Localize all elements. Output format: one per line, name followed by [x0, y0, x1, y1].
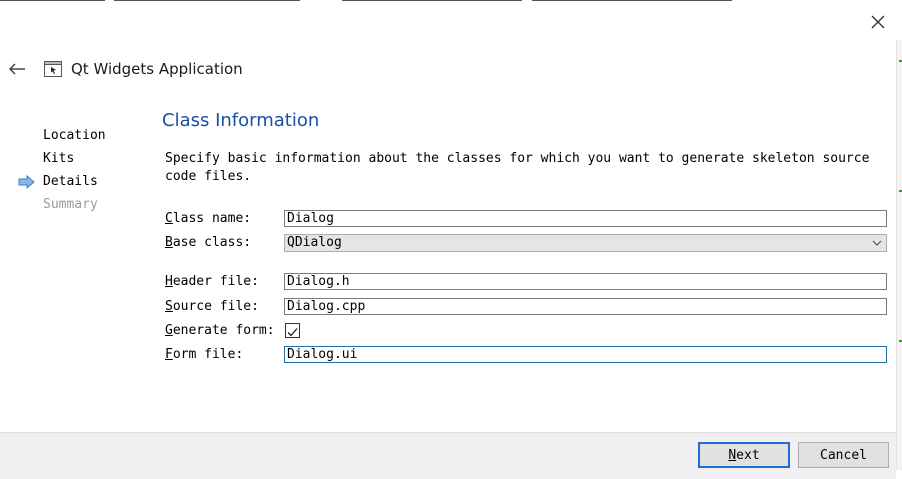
- checkmark-icon: [287, 328, 298, 337]
- top-tab-strip: [0, 0, 902, 2]
- background-window-edge: [896, 40, 902, 470]
- step-label: Kits: [43, 151, 75, 166]
- base-class-label: Base class:: [165, 235, 252, 250]
- next-label: ext: [736, 447, 760, 463]
- step-label: Summary: [43, 197, 98, 212]
- current-step-arrow-icon: [18, 175, 35, 189]
- close-button[interactable]: [866, 10, 890, 34]
- back-arrow-icon: [8, 63, 25, 75]
- page-title: Class Information: [162, 110, 320, 131]
- class-name-label: Class name:: [165, 211, 252, 226]
- form-file-input[interactable]: Dialog.ui: [284, 346, 887, 363]
- form-file-label: Form file:: [165, 347, 244, 362]
- source-file-label: Source file:: [165, 299, 259, 314]
- source-file-input[interactable]: Dialog.cpp: [284, 298, 887, 315]
- step-kits: Kits: [18, 149, 148, 172]
- class-name-input[interactable]: Dialog: [284, 210, 887, 227]
- close-icon: [871, 15, 885, 29]
- chevron-down-icon: [872, 240, 882, 246]
- wizard-title: Qt Widgets Application: [71, 60, 243, 78]
- base-class-value: QDialog: [287, 235, 342, 250]
- generate-form-label: Generate form:: [165, 323, 275, 338]
- base-class-select[interactable]: QDialog: [284, 234, 887, 252]
- step-summary: Summary: [18, 195, 148, 218]
- header-file-input[interactable]: Dialog.h: [284, 273, 887, 290]
- description-line: code files.: [165, 169, 252, 184]
- next-button[interactable]: Next: [698, 442, 790, 468]
- step-details: Details: [18, 172, 148, 195]
- wizard-steps: Location Kits Details Summary: [18, 126, 148, 218]
- application-window-icon: [44, 61, 62, 77]
- page-description: Specify basic information about the clas…: [165, 150, 890, 186]
- next-mnemonic: N: [728, 447, 737, 463]
- generate-form-checkbox[interactable]: [285, 323, 300, 338]
- header-file-label: Header file:: [165, 274, 259, 289]
- back-button[interactable]: [6, 58, 28, 80]
- step-location: Location: [18, 126, 148, 149]
- description-line: Specify basic information about the clas…: [165, 151, 870, 166]
- step-label: Details: [43, 174, 98, 189]
- step-label: Location: [43, 128, 106, 143]
- cancel-button[interactable]: Cancel: [798, 442, 889, 468]
